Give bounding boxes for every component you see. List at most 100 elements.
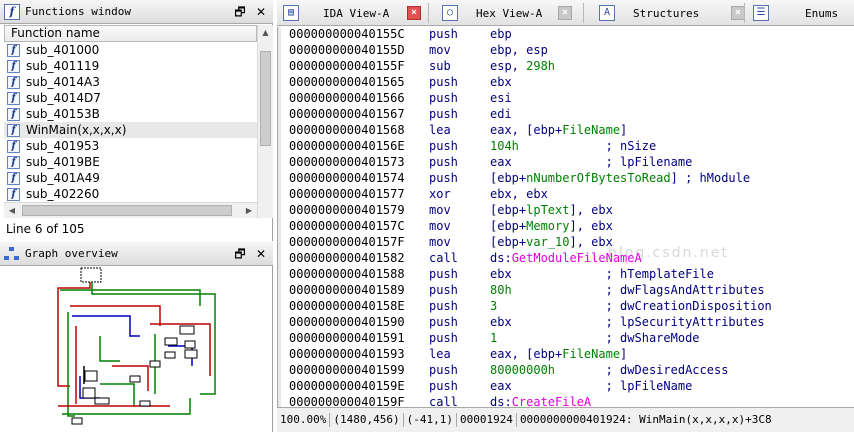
function-icon: f xyxy=(7,75,20,89)
close-icon[interactable]: ✕ xyxy=(252,245,270,263)
function-name: sub_401119 xyxy=(26,59,100,73)
disassembly-line[interactable]: 000000000040157F mov [ebp+var_10], ebx xyxy=(289,234,613,250)
instruction-mnemonic: push xyxy=(429,27,458,41)
operand-token: edi xyxy=(490,107,512,121)
operand-token[interactable]: FileName xyxy=(562,123,620,137)
instruction-operands: ebx ; hTemplateFile xyxy=(490,266,714,282)
disassembly-line[interactable]: 0000000000401593 lea eax, [ebp+FileName] xyxy=(289,346,627,362)
function-name: sub_401A49 xyxy=(26,171,100,185)
close-tab-icon[interactable]: × xyxy=(407,6,421,20)
close-tab-icon[interactable]: × xyxy=(558,6,572,20)
disassembly-line[interactable]: 000000000040159E push eax ; lpFileName xyxy=(289,378,692,394)
function-list-horizontal-scrollbar[interactable]: ◀ ▶ xyxy=(4,202,257,218)
function-name: sub_401000 xyxy=(26,43,100,57)
disassembly-line[interactable]: 000000000040155F sub esp, 298h xyxy=(289,58,555,74)
function-list-item[interactable]: f sub_4014D7 xyxy=(4,90,257,106)
instruction-operands: eax, [ebp+FileName] xyxy=(490,346,627,362)
instruction-address: 000000000040155D xyxy=(289,43,405,57)
close-tab-icon[interactable]: × xyxy=(731,6,745,20)
scroll-left-arrow-icon[interactable]: ◀ xyxy=(4,203,20,219)
disassembly-line[interactable]: 0000000000401567 push edi xyxy=(289,106,512,122)
function-list-item[interactable]: f sub_401953 xyxy=(4,138,257,154)
function-list-vertical-scrollbar[interactable]: ▲ xyxy=(257,25,273,218)
scroll-up-arrow-icon[interactable]: ▲ xyxy=(258,25,273,41)
disassembly-line[interactable]: 0000000000401573 push eax ; lpFilename xyxy=(289,154,692,170)
function-list-item[interactable]: f sub_40153B xyxy=(4,106,257,122)
disassembly-line[interactable]: 0000000000401589 push 80h ; dwFlagsAndAttr… xyxy=(289,282,765,298)
instruction-mnemonic: lea xyxy=(429,123,451,137)
instruction-address: 0000000000401588 xyxy=(289,267,405,281)
operand-token: 298h xyxy=(526,59,556,73)
close-icon[interactable]: ✕ xyxy=(252,3,270,21)
function-icon: f xyxy=(7,91,20,105)
instruction-address: 0000000000401582 xyxy=(289,251,405,265)
function-list-item[interactable]: f sub_402260 xyxy=(4,186,257,202)
disassembly-line[interactable]: 000000000040155D mov ebp, esp xyxy=(289,42,548,58)
graph-overview-canvas[interactable] xyxy=(0,266,272,432)
column-header-function-name[interactable]: Function name xyxy=(4,25,257,42)
instruction-address: 0000000000401565 xyxy=(289,75,405,89)
disassembly-line[interactable]: 000000000040157C mov [ebp+Memory], ebx xyxy=(289,218,613,234)
disassembly-line[interactable]: 0000000000401568 lea eax, [ebp+FileName] xyxy=(289,122,627,138)
operand-token: ebp, esp xyxy=(490,43,548,57)
tab-hex-view-a[interactable]: ○ Hex View-A × xyxy=(442,2,572,24)
import-name[interactable]: CreateFileA xyxy=(512,395,591,407)
instruction-mnemonic: push xyxy=(429,315,458,329)
functions-window: f Functions window 🗗 ✕ Function name f su… xyxy=(0,0,273,241)
operand-token[interactable]: lpText xyxy=(526,203,569,217)
structures-icon: A xyxy=(599,5,615,21)
disassembly-line[interactable]: 0000000000401574 push [ebp+nNumberOfBytesT… xyxy=(289,170,750,186)
disassembly-line[interactable]: 0000000000401566 push esi xyxy=(289,90,512,106)
disassembly-line[interactable]: 0000000000401599 push 80000000h ; dwDesire… xyxy=(289,362,728,378)
operand-token[interactable]: nNumberOfBytesToRead xyxy=(526,171,671,185)
instruction-operands: ds:CreateFileA xyxy=(490,394,591,407)
scroll-right-arrow-icon[interactable]: ▶ xyxy=(241,203,257,219)
instruction-operands: ds:GetModuleFileNameA xyxy=(490,250,642,266)
function-list-item[interactable]: f sub_401A49 xyxy=(4,170,257,186)
disassembly-line[interactable]: 0000000000401577 xor ebx, ebx xyxy=(289,186,548,202)
import-name[interactable]: GetModuleFileNameA xyxy=(512,251,642,265)
operand-token: ebx, ebx xyxy=(490,187,548,201)
disassembly-line[interactable]: 000000000040156E push 104h ; nSize xyxy=(289,138,656,154)
instruction-operands: esp, 298h xyxy=(490,58,555,74)
instruction-operands: eax ; lpFilename xyxy=(490,154,692,170)
disassembly-line[interactable]: 000000000040155C push ebp xyxy=(289,27,512,42)
instruction-mnemonic: lea xyxy=(429,347,451,361)
instruction-operands: 80000000h ; dwDesiredAccess xyxy=(490,362,728,378)
operand-token[interactable]: FileName xyxy=(562,347,620,361)
instruction-operands: ebp xyxy=(490,27,512,42)
tab-ida-view-a[interactable]: ▤ IDA View-A × xyxy=(283,2,423,24)
function-name: sub_4019BE xyxy=(26,155,100,169)
cursor-position: (-41,1) xyxy=(404,413,457,427)
function-list-item[interactable]: f sub_4019BE xyxy=(4,154,257,170)
restore-icon[interactable]: 🗗 xyxy=(231,3,249,21)
instruction-mnemonic: push xyxy=(429,75,458,89)
disassembly-line[interactable]: 0000000000401591 push 1 ; dwShareMode xyxy=(289,330,700,346)
disassembly-line[interactable]: 0000000000401590 push ebx ; lpSecurityAttr… xyxy=(289,314,765,330)
graph-viewport-frame[interactable] xyxy=(80,267,102,283)
operand-comment: ; lpFileName xyxy=(511,379,693,393)
disassembly-line[interactable]: 000000000040159F call ds:CreateFileA xyxy=(289,394,591,407)
operand-token[interactable]: var_10 xyxy=(526,235,569,249)
disassembly-line[interactable]: 0000000000401579 mov [ebp+lpText], ebx xyxy=(289,202,613,218)
disassembly-view[interactable]: blog.csdn.net 000000000040155C push ebp 000… xyxy=(277,27,854,407)
function-list-item[interactable]: f sub_401119 xyxy=(4,58,257,74)
tab-enums[interactable]: ☰ Enums xyxy=(753,2,848,24)
function-list-item[interactable]: f sub_401000 xyxy=(4,42,257,58)
operand-token[interactable]: Memory xyxy=(526,219,569,233)
function-list-item[interactable]: f WinMain(x,x,x,x) xyxy=(4,122,257,138)
function-list-item[interactable]: f sub_4014A3 xyxy=(4,74,257,90)
restore-icon[interactable]: 🗗 xyxy=(231,245,249,263)
scroll-thumb[interactable] xyxy=(260,51,271,146)
disassembly-line[interactable]: 000000000040158E push 3 ; dwCreationDispos… xyxy=(289,298,772,314)
disassembly-line[interactable]: 0000000000401588 push ebx ; hTemplateFile xyxy=(289,266,714,282)
breakpoint-gutter[interactable] xyxy=(278,27,281,407)
disassembly-line[interactable]: 0000000000401582 call ds:GetModuleFileName… xyxy=(289,250,642,266)
operand-token: ds: xyxy=(490,251,512,265)
operand-comment: ; dwShareMode xyxy=(497,331,700,345)
tab-label: Enums xyxy=(805,6,839,20)
tab-structures[interactable]: A Structures × xyxy=(599,2,745,24)
instruction-address: 000000000040156E xyxy=(289,139,405,153)
scroll-thumb[interactable] xyxy=(22,205,232,216)
disassembly-line[interactable]: 0000000000401565 push ebx xyxy=(289,74,512,90)
